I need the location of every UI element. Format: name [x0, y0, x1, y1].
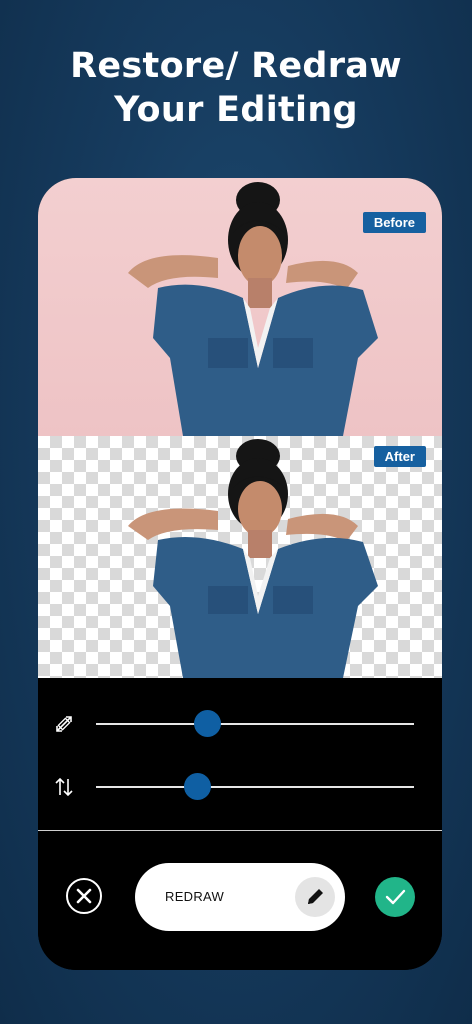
headline-line-1: Restore/ Redraw: [70, 46, 402, 86]
pencil-icon[interactable]: [295, 877, 335, 917]
phone-mockup: Before After REDRAW: [38, 178, 442, 970]
portrait-image-before: [128, 182, 378, 436]
after-preview: After: [38, 436, 442, 678]
redraw-label: REDRAW: [165, 889, 225, 904]
opacity-handle[interactable]: [184, 773, 212, 800]
after-badge: After: [373, 446, 426, 467]
portrait-image-after: [128, 439, 378, 678]
brush-size-track[interactable]: [96, 723, 414, 725]
checkmark-icon: [385, 889, 406, 905]
pencil-glyph: [308, 889, 323, 904]
opacity-track[interactable]: [96, 786, 414, 788]
controls-divider: [38, 830, 442, 831]
headline: Restore/ Redraw Your Editing: [0, 44, 472, 132]
brush-size-handle[interactable]: [193, 710, 221, 737]
opacity-slider[interactable]: [38, 767, 442, 807]
brush-size-icon: [56, 716, 72, 732]
close-icon: [76, 888, 92, 904]
cancel-button[interactable]: [66, 878, 102, 914]
confirm-button[interactable]: [375, 877, 415, 917]
redraw-mode-button[interactable]: REDRAW: [135, 863, 345, 931]
before-badge: Before: [362, 212, 426, 233]
opacity-swap-icon: [55, 777, 73, 797]
before-preview: Before: [38, 178, 442, 436]
edit-controls: REDRAW: [38, 678, 442, 970]
headline-line-2: Your Editing: [114, 90, 358, 130]
brush-size-slider[interactable]: [38, 704, 442, 744]
